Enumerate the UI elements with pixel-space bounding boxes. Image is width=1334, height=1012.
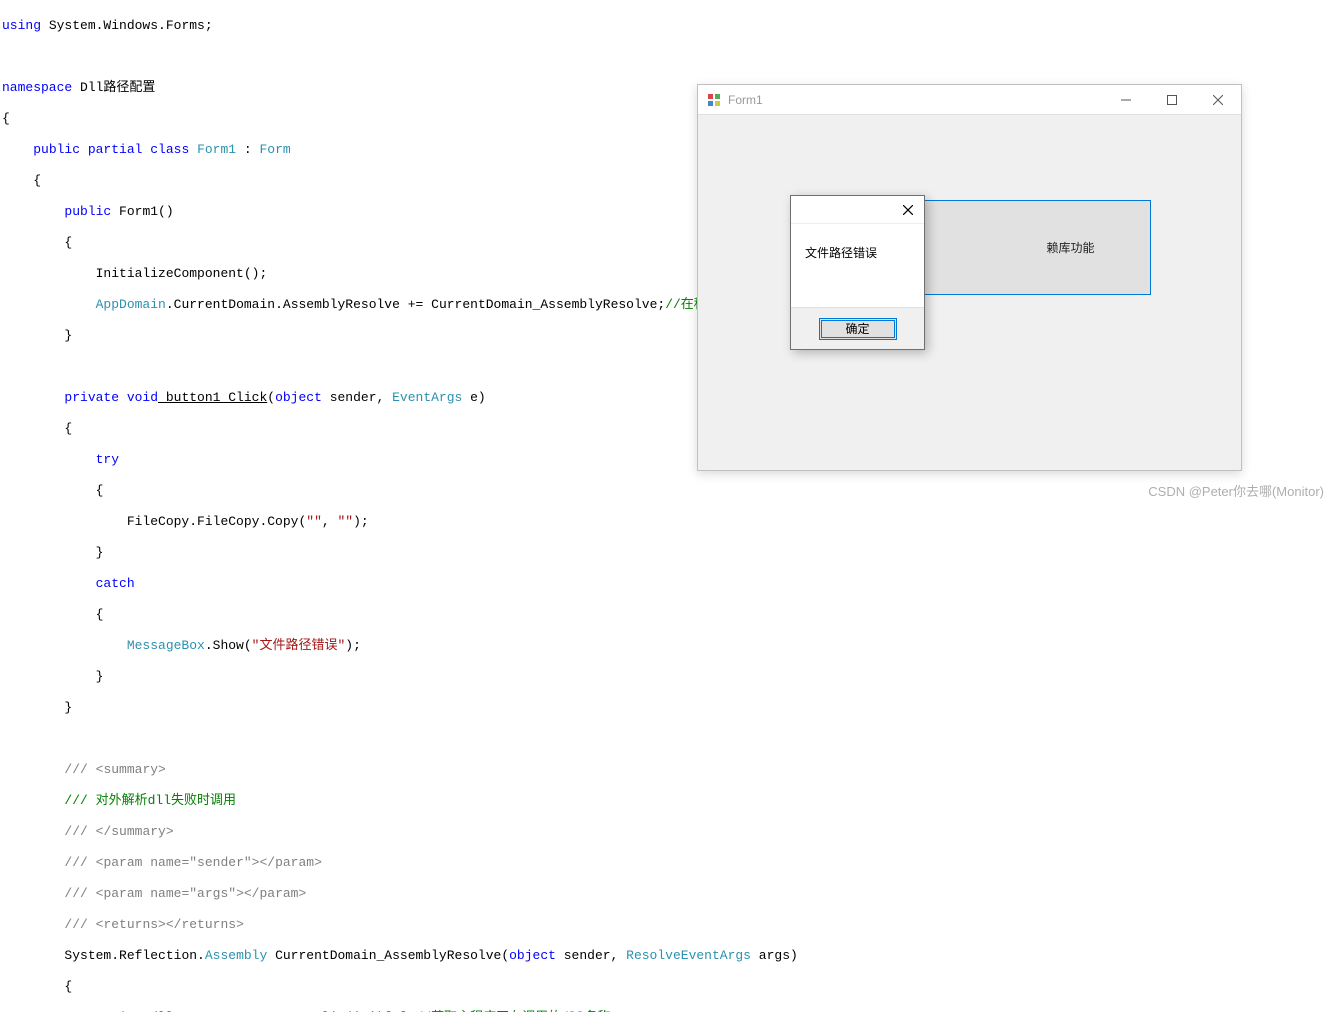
kw-public: public xyxy=(64,204,111,219)
code-line: MessageBox.Show("文件路径错误"); xyxy=(2,638,1334,654)
form-window: Form1 赖库功能 xyxy=(697,84,1242,471)
ok-button[interactable]: 确定 xyxy=(819,318,897,340)
doc-comment: /// xyxy=(64,917,95,932)
code-line: /// <param name="args"></param> xyxy=(2,886,1334,902)
doc-comment: /// xyxy=(64,855,95,870)
code-line: } xyxy=(2,700,1334,716)
client-area: 赖库功能 xyxy=(698,115,1241,470)
kw-catch: catch xyxy=(96,576,135,591)
doc-tag: <returns></returns> xyxy=(96,917,244,932)
code-line: using System.Windows.Forms; xyxy=(2,18,1334,34)
code-line: /// <returns></returns> xyxy=(2,917,1334,933)
code-line: /// </summary> xyxy=(2,824,1334,840)
class-name: Form1 xyxy=(189,142,236,157)
ctor: Form1() xyxy=(111,204,173,219)
doc-comment: /// xyxy=(64,824,95,839)
ns-name: Dll路径配置 xyxy=(72,80,155,95)
code-line: } xyxy=(2,669,1334,685)
close-icon xyxy=(1213,95,1223,105)
method-name: button1_Click xyxy=(158,390,267,405)
doc-comment: /// xyxy=(64,762,95,777)
code-line: System.Reflection.Assembly CurrentDomain… xyxy=(2,948,1334,964)
msgbox-text: 文件路径错误 xyxy=(791,224,924,307)
minimize-button[interactable] xyxy=(1103,85,1149,115)
titlebar[interactable]: Form1 xyxy=(698,85,1241,115)
msgbox-titlebar[interactable] xyxy=(791,196,924,224)
type-resolveeventargs: ResolveEventArgs xyxy=(626,948,751,963)
msgbox-close-button[interactable] xyxy=(898,200,918,220)
doc-tag: </summary> xyxy=(96,824,174,839)
kw-private: private xyxy=(64,390,119,405)
msgbox-footer: 确定 xyxy=(791,307,924,349)
code-line: } xyxy=(2,545,1334,561)
method-call: InitializeComponent(); xyxy=(96,266,268,281)
code-line: /// 对外解析dll失败时调用 xyxy=(2,793,1334,809)
kw-public: public xyxy=(33,142,80,157)
kw-string: string xyxy=(96,1010,143,1012)
kw-class: class xyxy=(142,142,189,157)
message-box: 文件路径错误 确定 xyxy=(790,195,925,350)
string-literal: "" xyxy=(306,514,322,529)
string-literal: "" xyxy=(337,514,353,529)
doc-comment: /// xyxy=(64,886,95,901)
watermark: CSDN @Peter你去哪(Monitor) xyxy=(1148,481,1324,500)
doc-comment: /// 对外解析dll失败时调用 xyxy=(64,793,236,808)
code-line xyxy=(2,49,1334,65)
app-icon xyxy=(706,92,722,108)
kw-object: object xyxy=(509,948,556,963)
code-line: string dllName = args.Name.Split(',')[0]… xyxy=(2,1010,1334,1012)
ok-button-label: 确定 xyxy=(845,320,869,337)
kw-void: void xyxy=(119,390,158,405)
type-appdomain: AppDomain xyxy=(96,297,166,312)
kw-try: try xyxy=(96,452,119,467)
type-eventargs: EventArgs xyxy=(392,390,462,405)
code-line xyxy=(2,731,1334,747)
maximize-button[interactable] xyxy=(1149,85,1195,115)
close-button[interactable] xyxy=(1195,85,1241,115)
type-assembly: Assembly xyxy=(205,948,267,963)
doc-tag: <param name="args"></param> xyxy=(96,886,307,901)
comment: //获取主程序正在调用的dll名称 xyxy=(415,1010,610,1012)
code-line: { xyxy=(2,979,1334,995)
code-line: { xyxy=(2,483,1334,499)
doc-tag: <summary> xyxy=(96,762,166,777)
code-line: /// <summary> xyxy=(2,762,1334,778)
kw-object: object xyxy=(275,390,322,405)
kw-namespace: namespace xyxy=(2,80,72,95)
window-title: Form1 xyxy=(728,93,1103,107)
ns-text: System.Windows.Forms; xyxy=(41,18,213,33)
maximize-icon xyxy=(1167,95,1177,105)
code-line: /// <param name="sender"></param> xyxy=(2,855,1334,871)
window-controls xyxy=(1103,85,1241,115)
code-line: FileCopy.FileCopy.Copy("", ""); xyxy=(2,514,1334,530)
brace: { xyxy=(2,111,10,126)
doc-tag: <param name="sender"></param> xyxy=(96,855,322,870)
kw-partial: partial xyxy=(80,142,142,157)
kw-using: using xyxy=(2,18,41,33)
string-literal: "文件路径错误" xyxy=(252,638,346,653)
code-line: catch xyxy=(2,576,1334,592)
close-icon xyxy=(903,205,913,215)
base-type: Form xyxy=(259,142,290,157)
code-line: { xyxy=(2,607,1334,623)
minimize-icon xyxy=(1121,95,1131,105)
type-messagebox: MessageBox xyxy=(127,638,205,653)
